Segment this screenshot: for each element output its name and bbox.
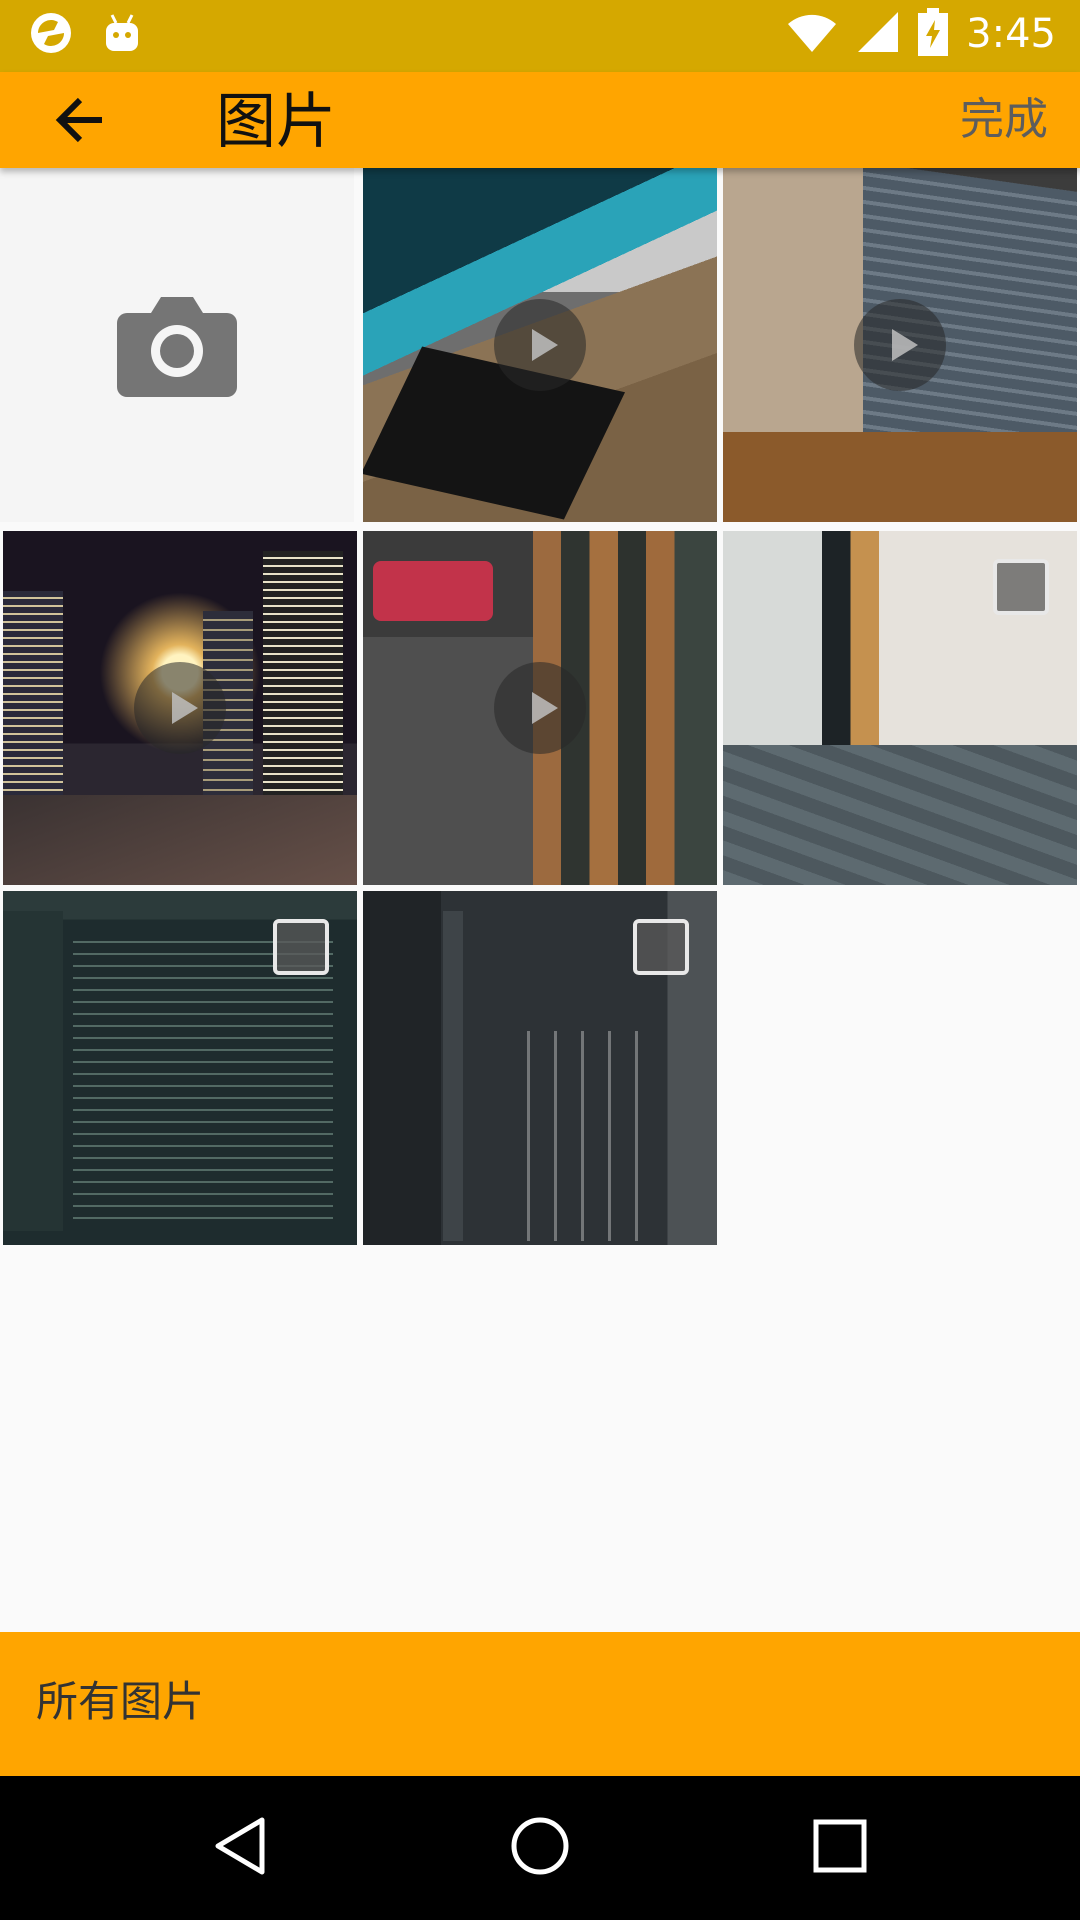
cell-signal-icon [856, 10, 900, 58]
recents-square-icon [812, 1818, 868, 1878]
photo-thumbnail [443, 911, 463, 1241]
done-button[interactable]: 完成 [960, 92, 1048, 148]
page-title: 图片 [216, 87, 336, 157]
media-tile[interactable] [363, 531, 717, 885]
media-tile[interactable] [363, 891, 717, 1245]
media-tile[interactable] [3, 531, 357, 885]
nav-home-button[interactable] [504, 1812, 576, 1884]
status-time: 3:45 [966, 11, 1056, 57]
sync-icon [28, 10, 74, 60]
camera-tile[interactable] [0, 168, 354, 522]
media-tile[interactable] [3, 891, 357, 1245]
play-icon [134, 662, 226, 754]
back-button[interactable] [48, 90, 112, 154]
nav-back-button[interactable] [204, 1812, 276, 1884]
photo-thumbnail [3, 911, 63, 1231]
media-tile[interactable] [723, 168, 1077, 522]
nav-recents-button[interactable] [804, 1812, 876, 1884]
photo-thumbnail [723, 745, 1077, 885]
select-checkbox[interactable] [993, 559, 1049, 615]
wifi-icon [786, 10, 838, 58]
status-bar: 3:45 [0, 0, 1080, 72]
photo-picker-screen: 3:45 图片 完成 所有图片 [0, 0, 1080, 1920]
android-icon [102, 11, 142, 59]
media-tile[interactable] [363, 168, 717, 522]
camera-icon [117, 289, 237, 401]
photo-thumbnail [363, 346, 626, 520]
app-bar: 图片 完成 [0, 72, 1080, 168]
select-checkbox[interactable] [633, 919, 689, 975]
album-selector-bar[interactable]: 所有图片 [0, 1632, 1080, 1776]
album-label[interactable]: 所有图片 [36, 1672, 204, 1732]
back-arrow-icon [54, 94, 106, 150]
media-tile[interactable] [723, 531, 1077, 885]
back-triangle-icon [212, 1816, 268, 1880]
play-icon [494, 662, 586, 754]
home-circle-icon [510, 1816, 570, 1880]
photo-thumbnail [373, 561, 493, 621]
system-nav-bar [0, 1776, 1080, 1920]
play-icon [494, 299, 586, 391]
play-icon [854, 299, 946, 391]
select-checkbox[interactable] [273, 919, 329, 975]
battery-charging-icon [918, 8, 949, 60]
